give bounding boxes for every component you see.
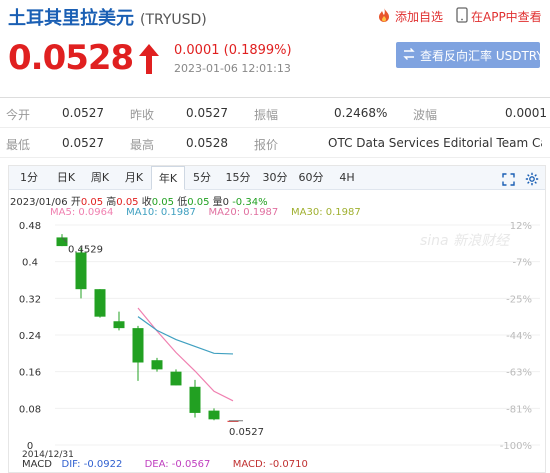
ma5-line [137, 307, 234, 402]
y-tick-label: 0.32 [19, 294, 41, 305]
reverse-rate-label: 查看反向汇率 USDTRY [420, 48, 540, 63]
label-range: 波幅 [413, 108, 438, 122]
candle-body [170, 371, 182, 386]
dea-value: DEA: -0.0567 [144, 459, 211, 470]
quote-row-2: 最低 0.0527 最高 0.0528 报价 OTC Data Services… [0, 128, 550, 158]
reverse-rate-button[interactable]: 查看反向汇率 USDTRY [396, 42, 540, 68]
label-prev-close: 昨收 [130, 108, 155, 122]
tab-15min[interactable]: 15分 [219, 166, 257, 190]
quote-table: 今开 0.0527 昨收 0.0527 振幅 0.2468% 波幅 0.0001… [0, 97, 550, 158]
candle-body [151, 360, 163, 370]
sina-watermark: sina 新浪财经 [420, 233, 511, 249]
period-tabs: 1分 日K 周K 月K 年K 5分 15分 30分 60分 4H [9, 166, 545, 190]
label-low: 最低 [6, 138, 31, 152]
pct-tick-label: -44% [506, 331, 532, 342]
quote-row-1: 今开 0.0527 昨收 0.0527 振幅 0.2468% 波幅 0.0001 [0, 98, 550, 128]
macd-title: MACD [22, 459, 52, 470]
value-range: 0.0001 [505, 106, 547, 120]
open-in-app-label: 在APP中查看 [471, 10, 542, 24]
label-quote-source: 报价 [254, 138, 279, 152]
candle-body [75, 252, 87, 290]
ohlc-readout: 2023/01/06 开0.05 高0.05 收0.05 低0.05 量0 -0… [10, 193, 268, 208]
pct-tick-label: -81% [506, 404, 532, 415]
macd-readout: MACD DIF: -0.0922 DEA: -0.0567 MACD: -0.… [22, 459, 308, 470]
tab-30min[interactable]: 30分 [257, 166, 293, 190]
pct-tick-label: 12% [510, 221, 532, 232]
fire-icon [376, 7, 392, 26]
pct-tick-label: -25% [506, 294, 532, 305]
tab-monthly[interactable]: 月K [117, 166, 151, 190]
value-low: 0.0527 [62, 136, 104, 150]
tab-5min[interactable]: 5分 [185, 166, 219, 190]
up-arrow-icon [137, 42, 161, 80]
candle-body [113, 321, 125, 329]
quote-timestamp: 2023-01-06 12:01:13 [174, 62, 291, 75]
candle-body [94, 289, 106, 317]
y-tick-label: 0.48 [19, 221, 41, 232]
value-prev-close: 0.0527 [186, 106, 228, 120]
value-open: 0.0527 [62, 106, 104, 120]
page-title: 土耳其里拉美元 (TRYUSD) [8, 4, 207, 30]
swap-icon [402, 47, 416, 64]
tab-1min[interactable]: 1分 [9, 166, 49, 190]
candle-body [189, 386, 201, 413]
phone-icon [456, 7, 468, 26]
tab-yearly[interactable]: 年K [151, 166, 185, 190]
y-tick-label: 0.4 [22, 258, 38, 269]
last-price-label: 0.0527 [229, 427, 264, 438]
fullscreen-icon[interactable] [497, 166, 519, 190]
value-quote-source: OTC Data Services Editorial Team Calc... [328, 136, 542, 150]
label-open: 今开 [6, 108, 31, 122]
label-amplitude: 振幅 [254, 108, 279, 122]
candle-body [208, 410, 220, 420]
dif-value: DIF: -0.0922 [61, 459, 123, 470]
y-tick-label: 0.16 [19, 368, 41, 379]
tab-4h[interactable]: 4H [329, 166, 365, 190]
current-price: 0.0528 [8, 38, 134, 78]
value-high: 0.0528 [186, 136, 228, 150]
price-change: 0.0001 (0.1899%) [174, 43, 292, 58]
value-amplitude: 0.2468% [334, 106, 388, 120]
currency-code: (TRYUSD) [140, 12, 207, 28]
add-watchlist-button[interactable]: 添加自选 [376, 7, 443, 26]
y-tick-label: 0.08 [19, 404, 41, 415]
y-tick-label: 0.24 [19, 331, 41, 342]
tab-daily[interactable]: 日K [49, 166, 83, 190]
candle-body [132, 328, 144, 363]
tab-weekly[interactable]: 周K [83, 166, 117, 190]
tab-60min[interactable]: 60分 [293, 166, 329, 190]
max-price-label: 0.4529 [68, 244, 103, 255]
settings-gear-icon[interactable] [519, 166, 545, 190]
pct-tick-label: -7% [513, 258, 532, 269]
pct-tick-label: -100% [500, 441, 532, 452]
currency-name: 土耳其里拉美元 [8, 8, 134, 29]
add-watchlist-label: 添加自选 [395, 10, 444, 24]
pct-tick-label: -63% [506, 368, 532, 379]
open-in-app-button[interactable]: 在APP中查看 [456, 7, 542, 26]
macd-value: MACD: -0.0710 [232, 459, 308, 470]
label-high: 最高 [130, 138, 155, 152]
candlestick-chart: sina 新浪财经 2014/12/31 0.480.40.320.240.16… [19, 221, 540, 460]
y-tick-label: 0 [27, 441, 33, 452]
